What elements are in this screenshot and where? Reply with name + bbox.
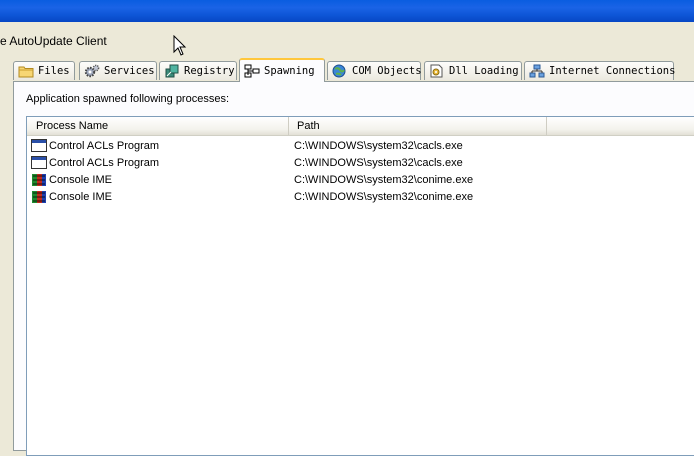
tab-files[interactable]: Files — [13, 61, 75, 80]
table-row[interactable]: Control ACLs Program C:\WINDOWS\system32… — [27, 155, 694, 172]
network-tree-icon — [244, 64, 260, 78]
column-header-process-name[interactable]: Process Name — [27, 117, 289, 135]
table-row[interactable]: Console IME C:\WINDOWS\system32\conime.e… — [27, 172, 694, 189]
tab-strip: Files Services Registry Spawning COM Obj… — [13, 58, 694, 82]
dll-icon — [429, 64, 445, 78]
tab-label: Internet Connections — [549, 65, 676, 77]
title-bar[interactable] — [0, 0, 694, 22]
process-path: C:\WINDOWS\system32\cacls.exe — [294, 157, 463, 169]
tab-registry[interactable]: Registry — [159, 61, 237, 80]
tab-label: Services — [104, 65, 155, 77]
list-header: Process Name Path — [27, 117, 694, 136]
panel-caption: Application spawned following processes: — [26, 93, 230, 105]
folder-icon — [18, 64, 34, 78]
spawning-panel: Application spawned following processes:… — [13, 81, 694, 456]
tab-label: Registry — [184, 65, 235, 77]
tab-label: COM Objects — [352, 65, 422, 77]
mouse-cursor-icon — [173, 34, 187, 57]
process-name: Console IME — [49, 191, 112, 203]
window-app-icon — [31, 155, 47, 171]
process-name: Control ACLs Program — [49, 157, 160, 169]
ime-icon — [31, 189, 47, 205]
process-name: Console IME — [49, 174, 112, 186]
network-icon — [529, 64, 545, 78]
process-path: C:\WINDOWS\system32\conime.exe — [294, 174, 474, 186]
gears-icon — [84, 64, 100, 78]
table-row[interactable]: Control ACLs Program C:\WINDOWS\system32… — [27, 138, 694, 155]
tab-label: Files — [38, 65, 70, 77]
process-path: C:\WINDOWS\system32\cacls.exe — [294, 140, 463, 152]
ime-icon — [31, 172, 47, 188]
tab-dll-loading[interactable]: Dll Loading — [424, 61, 522, 80]
process-name: Control ACLs Program — [49, 140, 160, 152]
process-path: C:\WINDOWS\system32\conime.exe — [294, 191, 474, 203]
column-header-empty — [547, 117, 694, 135]
tab-internet-connections[interactable]: Internet Connections — [524, 61, 676, 80]
globe-icon — [332, 64, 348, 78]
registry-icon — [164, 64, 180, 78]
tab-com-objects[interactable]: COM Objects — [327, 61, 422, 80]
column-header-path[interactable]: Path — [289, 117, 547, 135]
window-subtitle: e AutoUpdate Client — [0, 34, 107, 48]
process-list[interactable]: Process Name Path Control ACLs Program C… — [26, 116, 694, 456]
table-row[interactable]: Console IME C:\WINDOWS\system32\conime.e… — [27, 189, 694, 206]
tab-spawning[interactable]: Spawning — [239, 58, 325, 82]
window-app-icon — [31, 138, 47, 154]
tab-label: Dll Loading — [449, 65, 519, 77]
tab-services[interactable]: Services — [79, 61, 157, 80]
tab-label: Spawning — [264, 65, 315, 77]
